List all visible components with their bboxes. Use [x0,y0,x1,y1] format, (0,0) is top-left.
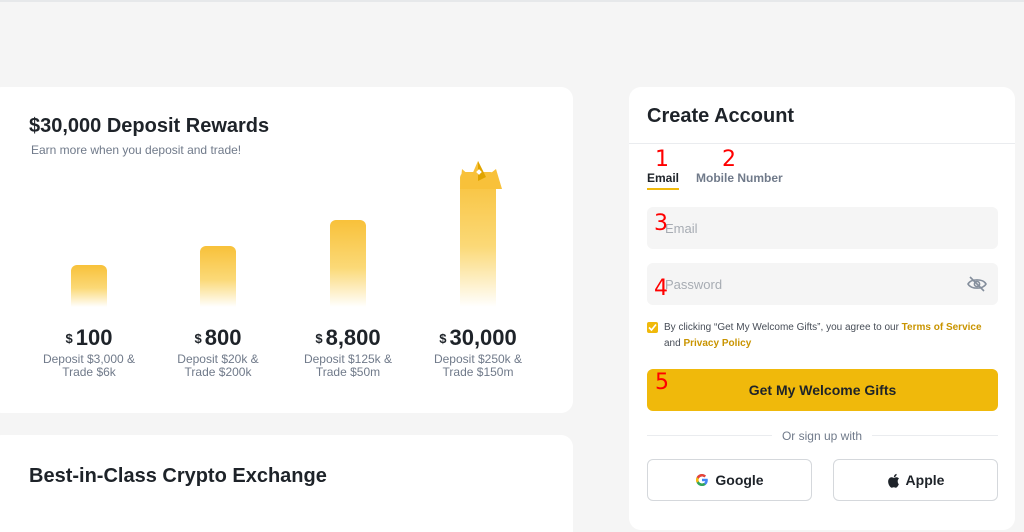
tier-amount-4: $30,000 [413,325,543,351]
title-divider [629,143,1015,144]
check-icon [648,323,657,332]
rewards-subtitle: Earn more when you deposit and trade! [31,143,242,157]
annotation-marker-3: 3 [654,211,668,236]
terms-and: and [664,338,684,349]
tier-bar-4 [460,172,496,307]
apple-button[interactable]: Apple [833,459,998,501]
annotation-marker-1: 1 [655,147,669,172]
tier-description-line: Trade $50m [315,365,381,379]
password-field[interactable] [647,263,998,305]
crown-icon [460,161,502,189]
create-account-card: Create Account Email Mobile Number By cl… [629,87,1015,530]
tier-amount-1: $100 [24,325,154,351]
tier-description-line: Trade $6k [62,365,116,379]
currency-symbol: $ [315,331,323,346]
tier-amount-value: 800 [204,325,242,350]
currency-symbol: $ [439,331,447,346]
annotation-marker-4: 4 [654,276,668,301]
privacy-policy-link[interactable]: Privacy Policy [683,338,751,349]
terms-of-service-link[interactable]: Terms of Service [902,322,982,333]
or-sign-up-with: Or sign up with [629,429,1015,443]
tier-description-2: Deposit $20k & Trade $200k [153,353,283,379]
tier-amount-2: $800 [153,325,283,351]
eye-off-icon[interactable] [967,275,987,293]
tier-description-line: Trade $150m [442,365,514,379]
tier-amount-3: $8,800 [283,325,413,351]
tier-bar-1 [71,265,107,307]
google-label: Google [715,472,764,488]
terms-checkbox[interactable] [647,322,658,333]
tier-bar-3 [330,220,366,307]
top-divider [0,0,1024,2]
deposit-rewards-card: $30,000 Deposit Rewards Earn more when y… [0,87,573,413]
crypto-exchange-card: Best-in-Class Crypto Exchange [0,435,573,532]
tier-bar-2 [200,246,236,307]
tier-amount-value: 30,000 [449,325,517,350]
apple-label: Apple [905,472,945,488]
or-sign-up-label: Or sign up with [771,429,873,443]
annotation-marker-2: 2 [722,147,736,172]
apple-icon [887,473,899,488]
tab-mobile-number[interactable]: Mobile Number [696,171,783,185]
annotation-marker-5: 5 [655,370,669,395]
email-field[interactable] [647,207,998,249]
tier-amount-value: 100 [75,325,113,350]
rewards-title: $30,000 Deposit Rewards [29,115,270,137]
currency-symbol: $ [194,331,202,346]
tier-description-3: Deposit $125k & Trade $50m [283,353,413,379]
tier-description-1: Deposit $3,000 & Trade $6k [24,353,154,379]
google-button[interactable]: Google [647,459,812,501]
tier-description-line: Trade $200k [184,365,252,379]
google-icon [696,474,709,486]
tier-description-4: Deposit $250k & Trade $150m [413,353,543,379]
tab-email[interactable]: Email [647,171,680,190]
get-welcome-gifts-button[interactable]: Get My Welcome Gifts [647,369,998,411]
terms-text: By clicking “Get My Welcome Gifts”, you … [664,320,1004,352]
tier-amount-value: 8,800 [325,325,381,350]
create-account-title: Create Account [647,105,795,127]
terms-prefix: By clicking “Get My Welcome Gifts”, you … [664,322,902,333]
exchange-title: Best-in-Class Crypto Exchange [29,465,327,487]
currency-symbol: $ [65,331,73,346]
